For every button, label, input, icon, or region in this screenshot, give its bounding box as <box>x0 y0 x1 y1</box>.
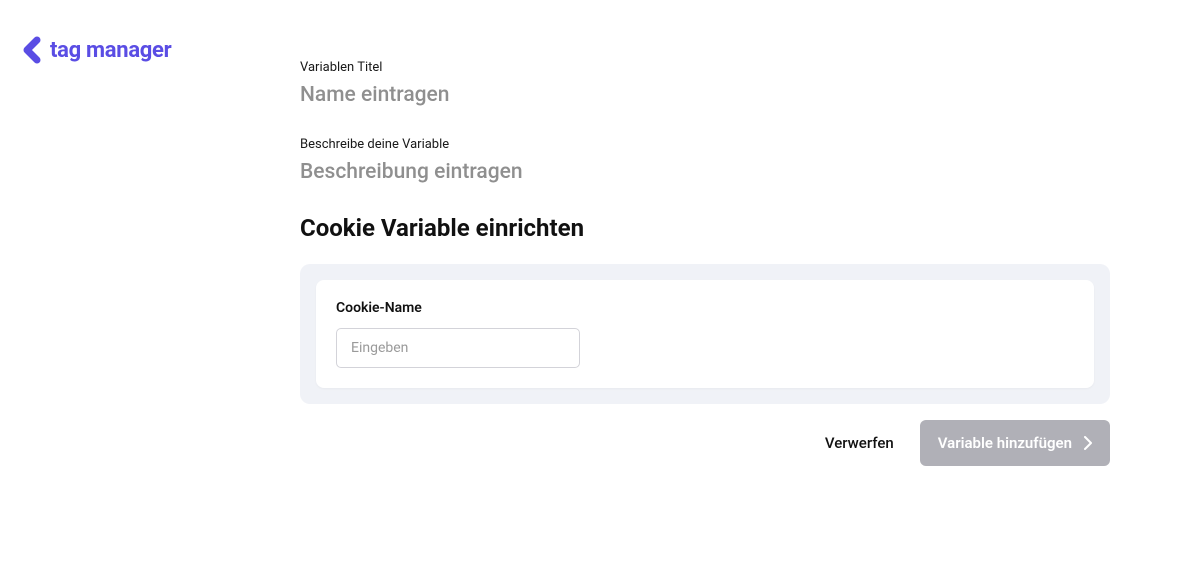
brand-logo[interactable]: tag manager <box>22 36 171 64</box>
main-content: Variablen Titel Name eintragen Beschreib… <box>300 60 1110 466</box>
cookie-config-card: Cookie-Name <box>316 280 1094 388</box>
brand-name: tag manager <box>50 38 171 63</box>
cookie-name-label: Cookie-Name <box>336 300 1074 316</box>
brand-chevron-icon <box>22 36 44 64</box>
variable-desc-label: Beschreibe deine Variable <box>300 137 1110 152</box>
chevron-right-icon <box>1084 436 1092 450</box>
discard-button[interactable]: Verwerfen <box>825 434 894 452</box>
section-title: Cookie Variable einrichten <box>300 214 1110 242</box>
variable-title-input[interactable]: Name eintragen <box>300 83 1110 107</box>
variable-desc-input[interactable]: Beschreibung eintragen <box>300 160 1110 184</box>
add-variable-button-label: Variable hinzufügen <box>938 434 1072 452</box>
add-variable-button[interactable]: Variable hinzufügen <box>920 420 1110 466</box>
form-actions: Verwerfen Variable hinzufügen <box>300 420 1110 466</box>
variable-title-label: Variablen Titel <box>300 60 1110 75</box>
cookie-config-panel: Cookie-Name <box>300 264 1110 404</box>
cookie-name-input[interactable] <box>336 328 580 368</box>
